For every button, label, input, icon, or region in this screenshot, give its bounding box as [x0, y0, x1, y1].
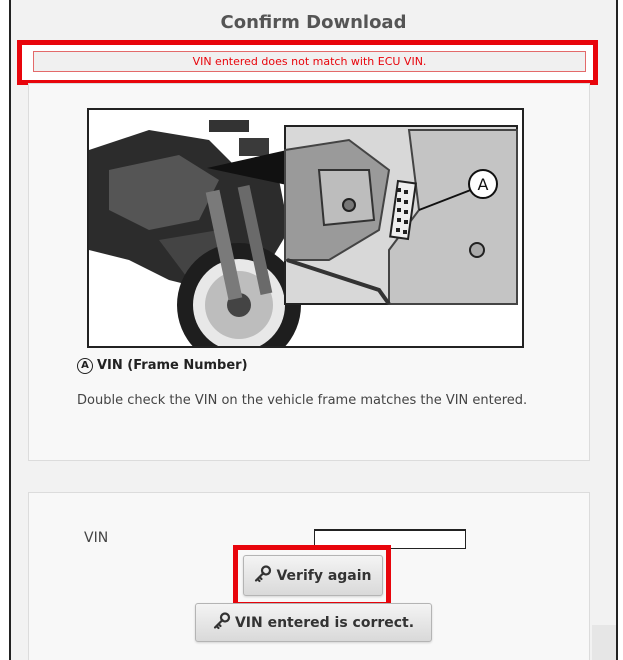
vin-correct-label: VIN entered is correct. [234, 614, 415, 631]
verify-again-label: Verify again [276, 567, 372, 584]
instruction-text: Double check the VIN on the vehicle fram… [77, 393, 528, 408]
vin-correct-button[interactable]: VIN entered is correct. [195, 603, 432, 642]
figure-caption: A VIN (Frame Number) [77, 358, 248, 374]
caption-text: VIN (Frame Number) [97, 358, 248, 373]
callout-label: A [478, 175, 489, 194]
caption-marker: A [77, 358, 93, 374]
key-icon [213, 611, 231, 634]
error-highlight: VIN entered does not match with ECU VIN. [17, 40, 598, 85]
key-icon [254, 564, 272, 587]
verify-again-button[interactable]: Verify again [243, 555, 383, 596]
error-message: VIN entered does not match with ECU VIN. [33, 51, 586, 72]
motorcycle-illustration: A [89, 110, 522, 346]
vin-location-figure: A [87, 108, 524, 348]
scroll-area [592, 625, 616, 660]
vin-label: VIN [84, 530, 109, 546]
instruction-panel: A A VIN (Frame Number) Double check the V… [28, 83, 590, 461]
dialog-title: Confirm Download [220, 12, 407, 33]
